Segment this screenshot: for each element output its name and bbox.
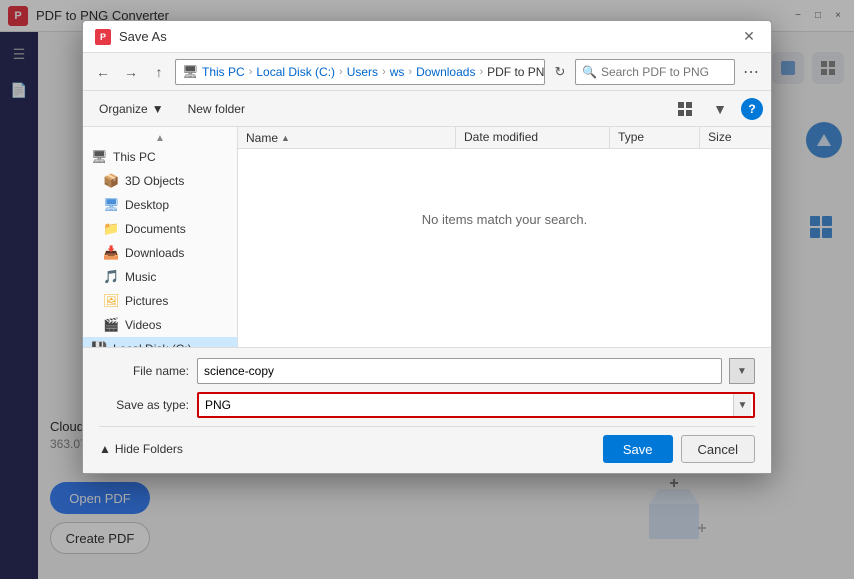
options-menu-button[interactable]: ⋯ [739, 60, 763, 84]
back-button[interactable]: ← [91, 60, 115, 84]
breadcrumb-drive[interactable]: Local Disk (C:) [256, 65, 335, 79]
music-icon: 🎵 [103, 269, 119, 285]
dialog-titlebar: P Save As ✕ [83, 21, 771, 53]
dialog-app-icon: P [95, 29, 111, 45]
folder-tree-item-videos[interactable]: 🎬 Videos [83, 313, 237, 337]
view-toggle-button[interactable] [673, 96, 699, 122]
dialog-body: ▲ 🖥 This PC 📦 3D Objects 🖥 Desktop 📁 Doc… [83, 127, 771, 347]
file-name-dropdown-button[interactable]: ▼ [729, 358, 755, 384]
dialog-address-bar: ← → ↑ 🖥 This PC › Local Disk (C:) › User… [83, 53, 771, 91]
empty-message: No items match your search. [238, 149, 771, 289]
dialog-close-button[interactable]: ✕ [739, 27, 759, 47]
sort-arrow-icon: ▲ [281, 133, 290, 143]
cancel-button[interactable]: Cancel [681, 435, 755, 463]
this-pc-icon: 🖥 [91, 149, 107, 165]
file-name-row: File name: ▼ [99, 358, 755, 384]
scroll-up-arrow[interactable]: ▲ [83, 131, 237, 145]
save-as-type-row: Save as type: PNG JPG PDF ▼ [99, 392, 755, 418]
footer-actions: ▲ Hide Folders Save Cancel [99, 426, 755, 463]
organize-dropdown-icon: ▼ [152, 102, 164, 116]
save-button[interactable]: Save [603, 435, 673, 463]
footer-buttons: Save Cancel [603, 435, 755, 463]
folder-tree-item-this-pc[interactable]: 🖥 This PC [83, 145, 237, 169]
folder-tree-item-downloads[interactable]: 📥 Downloads [83, 241, 237, 265]
organize-button[interactable]: Organize ▼ [91, 96, 172, 122]
videos-icon: 🎬 [103, 317, 119, 333]
new-folder-button[interactable]: New folder [180, 96, 253, 122]
file-list-panel: Name ▲ Date modified Type Size No items … [238, 127, 771, 347]
breadcrumb-current: PDF to PNG [487, 65, 545, 79]
folder-tree-item-music[interactable]: 🎵 Music [83, 265, 237, 289]
search-input[interactable] [601, 65, 728, 79]
save-as-dialog: P Save As ✕ ← → ↑ 🖥 This PC › Local Disk… [82, 20, 772, 474]
breadcrumb-downloads[interactable]: Downloads [416, 65, 475, 79]
hide-folders-button[interactable]: ▲ Hide Folders [99, 442, 183, 456]
breadcrumb-bar: 🖥 This PC › Local Disk (C:) › Users › ws… [175, 59, 545, 85]
folder-tree-item-pictures[interactable]: 🖼 Pictures [83, 289, 237, 313]
search-icon: 🔍 [582, 65, 597, 79]
save-as-type-wrapper: PNG JPG PDF ▼ [197, 392, 755, 418]
forward-button[interactable]: → [119, 60, 143, 84]
desktop-icon: 🖥 [103, 197, 119, 213]
folder-tree-panel: ▲ 🖥 This PC 📦 3D Objects 🖥 Desktop 📁 Doc… [83, 127, 238, 347]
breadcrumb-users[interactable]: Users [347, 65, 378, 79]
column-size[interactable]: Size [699, 127, 771, 148]
search-box: 🔍 [575, 59, 735, 85]
file-name-label: File name: [99, 364, 189, 378]
up-button[interactable]: ↑ [147, 60, 171, 84]
breadcrumb-pc-icon: 🖥 [182, 64, 198, 80]
folder-tree-item-3d-objects[interactable]: 📦 3D Objects [83, 169, 237, 193]
breadcrumb-this-pc[interactable]: This PC [202, 65, 245, 79]
documents-icon: 📁 [103, 221, 119, 237]
downloads-icon: 📥 [103, 245, 119, 261]
help-button[interactable]: ? [741, 98, 763, 120]
file-list-header: Name ▲ Date modified Type Size [238, 127, 771, 149]
column-name[interactable]: Name ▲ [238, 127, 455, 148]
file-name-input[interactable] [197, 358, 722, 384]
breadcrumb-ws[interactable]: ws [390, 65, 405, 79]
dialog-footer: File name: ▼ Save as type: PNG JPG PDF ▼… [83, 347, 771, 473]
3d-objects-icon: 📦 [103, 173, 119, 189]
dialog-secondary-toolbar: Organize ▼ New folder ▼ ? [83, 91, 771, 127]
save-as-type-select[interactable]: PNG JPG PDF [197, 392, 755, 418]
folder-tree-item-local-c[interactable]: 💾 Local Disk (C:) [83, 337, 237, 347]
dialog-title: Save As [119, 29, 739, 44]
folder-tree-item-desktop[interactable]: 🖥 Desktop [83, 193, 237, 217]
hide-folders-chevron-icon: ▲ [99, 442, 111, 456]
save-as-type-label: Save as type: [99, 398, 189, 412]
refresh-button[interactable]: ↻ [549, 61, 571, 83]
local-c-icon: 💾 [91, 341, 107, 347]
details-view-button[interactable]: ▼ [707, 96, 733, 122]
pictures-icon: 🖼 [103, 293, 119, 309]
column-date-modified[interactable]: Date modified [455, 127, 609, 148]
folder-tree-item-documents[interactable]: 📁 Documents [83, 217, 237, 241]
column-type[interactable]: Type [609, 127, 699, 148]
